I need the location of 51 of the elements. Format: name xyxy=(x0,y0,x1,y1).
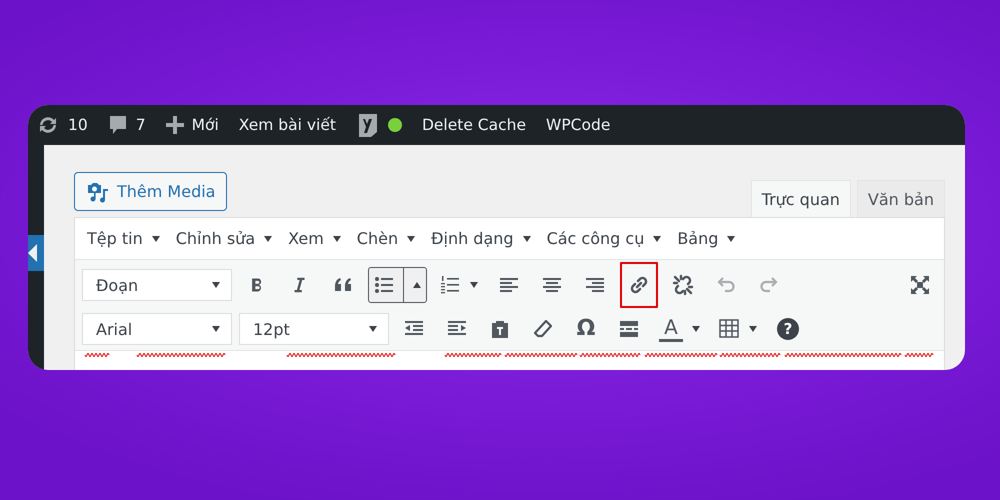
eraser-icon xyxy=(532,318,554,340)
editor-tab[interactable]: Văn bản xyxy=(856,180,945,217)
unlink-icon xyxy=(672,274,694,296)
fullscreen-icon xyxy=(909,274,931,296)
dropdown-field[interactable]: Arial xyxy=(82,313,232,345)
menu-item[interactable]: Xem xyxy=(288,229,342,248)
add-media-button[interactable]: Thêm Media xyxy=(74,172,228,211)
admin-bar-link[interactable]: WPCode xyxy=(546,116,610,134)
text-color-button[interactable]: A xyxy=(654,311,706,347)
menu-item[interactable]: Tệp tin xyxy=(87,229,161,248)
caret-icon xyxy=(748,325,758,333)
new-link[interactable]: Mới xyxy=(166,116,219,134)
caret-icon xyxy=(211,325,221,333)
dropdown-field[interactable]: Đoạn xyxy=(82,269,232,301)
caret-icon xyxy=(412,281,422,289)
menu-item[interactable]: Chỉnh sửa xyxy=(176,229,274,248)
updates-link[interactable]: 10 xyxy=(36,114,88,136)
link-icon xyxy=(628,274,650,296)
caret-icon xyxy=(263,234,274,242)
caret-icon xyxy=(406,234,416,242)
caret-icon xyxy=(522,234,532,242)
caret-icon xyxy=(652,234,662,242)
left-arrow-icon xyxy=(28,244,37,262)
caret-icon xyxy=(469,281,479,289)
admin-bar-link[interactable]: Xem bài viết xyxy=(238,116,336,134)
menu-item[interactable]: Định dạng xyxy=(431,229,532,248)
caret-icon xyxy=(368,325,378,333)
link-button[interactable] xyxy=(620,262,658,308)
bullet-list-icon xyxy=(373,274,395,296)
menu-item[interactable]: Các công cụ xyxy=(546,229,662,248)
special-char-button[interactable]: Ω xyxy=(568,311,604,347)
table-icon xyxy=(718,318,740,340)
plus-icon xyxy=(166,116,184,134)
caret-icon xyxy=(211,281,221,289)
admin-bar-link[interactable]: Delete Cache xyxy=(422,116,526,134)
camera-music-icon xyxy=(87,180,109,202)
caret-icon xyxy=(726,234,736,242)
speech-bubble-icon xyxy=(108,114,128,136)
horizontal-rule-icon xyxy=(618,318,640,340)
menu-item[interactable]: Bảng xyxy=(677,229,736,248)
comments-link[interactable]: 7 xyxy=(108,114,146,136)
caret-icon xyxy=(150,234,161,242)
bullet-list-button[interactable] xyxy=(368,267,427,303)
editor-tab[interactable]: Trực quan xyxy=(750,180,851,217)
help-button[interactable]: ? xyxy=(770,311,806,347)
numbered-list-icon xyxy=(439,274,461,296)
dropdown-field[interactable]: 12pt xyxy=(239,313,389,345)
paste-text-icon xyxy=(489,318,511,340)
caret-icon xyxy=(691,325,701,333)
caret-icon xyxy=(332,234,342,242)
menu-item[interactable]: Chèn xyxy=(356,229,416,248)
